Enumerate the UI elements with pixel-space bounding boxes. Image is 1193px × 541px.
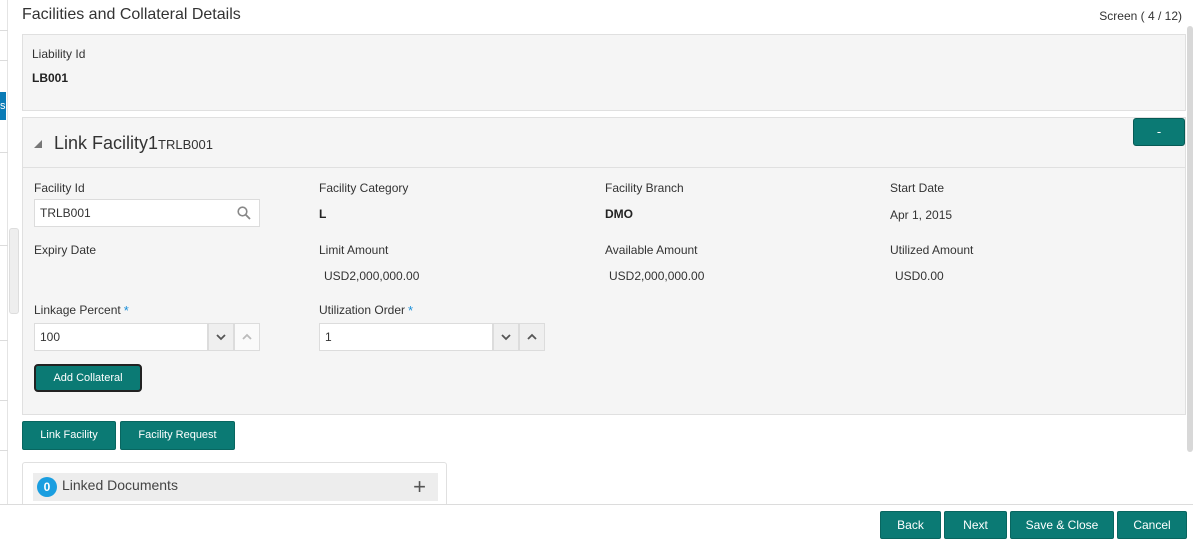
facility-id-input[interactable]: TRLB001 [34,199,260,227]
section-header[interactable]: Link Facility1TRLB001 - [23,118,1185,168]
chevron-up-icon [242,333,252,340]
liability-id-value: LB001 [32,71,69,85]
rail-divider [0,400,8,401]
chevron-up-icon [527,333,537,340]
linkage-percent-value: 100 [40,330,61,344]
collapse-handle[interactable] [9,228,19,314]
facility-category-value: L [319,207,327,221]
increment-button[interactable] [234,323,260,351]
cancel-button[interactable]: Cancel [1117,511,1187,539]
available-amount-label: Available Amount [605,243,698,257]
limit-amount-value: USD2,000,000.00 [324,269,420,283]
start-date-label: Start Date [890,181,945,195]
facility-subtitle: TRLB001 [158,137,213,152]
next-button[interactable]: Next [944,511,1007,539]
page-title: Facilities and Collateral Details [22,6,241,23]
linked-documents-label: Linked Documents [62,477,178,493]
section-title: Link Facility1TRLB001 [54,133,213,154]
utilization-order-input[interactable]: 1 [319,323,493,351]
back-button[interactable]: Back [880,511,941,539]
vertical-scrollbar[interactable] [1187,26,1193,452]
linked-documents-header[interactable]: 0 Linked Documents + [33,473,438,501]
rail-divider [0,152,8,153]
collapse-triangle-icon[interactable] [34,140,42,148]
plus-icon[interactable]: + [413,474,426,500]
rail-divider [0,60,8,61]
limit-amount-label: Limit Amount [319,243,389,257]
liability-panel: Liability Id LB001 [22,34,1186,111]
rail-nav-tab[interactable]: s [0,92,6,120]
remove-facility-button[interactable]: - [1133,118,1185,146]
utilization-order-value: 1 [325,330,332,344]
link-facility-button[interactable]: Link Facility [22,421,116,450]
chevron-down-icon [501,334,511,341]
rail-divider [0,245,8,246]
document-count-badge: 0 [37,477,57,497]
decrement-button[interactable] [493,323,519,351]
required-marker: * [123,303,129,318]
linkage-percent-text: Linkage Percent [34,303,121,317]
chevron-down-icon [216,334,226,341]
liability-id-label: Liability Id [32,47,86,61]
facility-branch-value: DMO [605,207,633,221]
rail-divider [0,450,8,451]
utilized-amount-value: USD0.00 [895,269,944,283]
linkage-percent-input[interactable]: 100 [34,323,208,351]
expiry-date-label: Expiry Date [34,243,97,257]
rail-divider [0,30,8,31]
left-rail: s [0,0,19,541]
linkage-percent-label: Linkage Percent * [34,303,129,318]
increment-button[interactable] [519,323,545,351]
start-date-value: Apr 1, 2015 [890,208,953,222]
facility-branch-label: Facility Branch [605,181,684,195]
facility-title: Link Facility1 [54,133,159,153]
facility-request-button[interactable]: Facility Request [120,421,235,450]
screen-counter: Screen ( 4 / 12) [1099,9,1182,23]
footer-bar: Back Next Save & Close Cancel [0,504,1193,541]
decrement-button[interactable] [208,323,234,351]
required-marker: * [408,303,414,318]
utilization-order-text: Utilization Order [319,303,406,317]
link-facility-panel: Link Facility1TRLB001 - Facility Id TRLB… [22,117,1186,415]
add-collateral-button[interactable]: Add Collateral [34,364,142,392]
save-close-button[interactable]: Save & Close [1010,511,1114,539]
utilization-order-label: Utilization Order * [319,303,413,318]
rail-divider [0,340,8,341]
facility-category-label: Facility Category [319,181,409,195]
facility-id-value: TRLB001 [40,206,91,220]
utilized-amount-label: Utilized Amount [890,243,974,257]
facility-id-label: Facility Id [34,181,85,195]
available-amount-value: USD2,000,000.00 [609,269,705,283]
search-icon[interactable] [237,206,251,220]
